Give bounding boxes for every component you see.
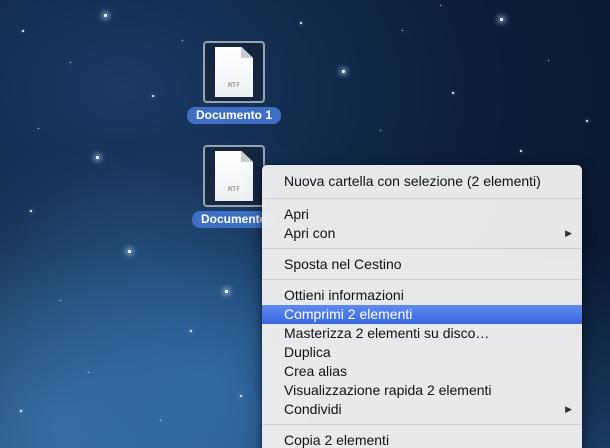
- menu-separator: [262, 248, 582, 249]
- desktop-file-documento-1[interactable]: RTF Documento 1: [179, 41, 289, 124]
- star: [240, 395, 242, 397]
- star: [160, 420, 161, 421]
- file-type-tag: RTF: [227, 81, 241, 89]
- star: [190, 330, 192, 332]
- star: [70, 62, 71, 63]
- star: [104, 14, 107, 17]
- menu-item-share[interactable]: Condividi ▶: [262, 400, 582, 419]
- star: [38, 128, 39, 129]
- star: [380, 130, 381, 131]
- menu-item-open[interactable]: Apri: [262, 205, 582, 224]
- file-type-tag: RTF: [227, 185, 241, 193]
- menu-item-burn-to-disc[interactable]: Masterizza 2 elementi su disco…: [262, 324, 582, 343]
- star: [440, 5, 441, 6]
- star: [402, 30, 403, 31]
- star: [342, 70, 345, 73]
- chevron-right-icon: ▶: [565, 228, 572, 238]
- menu-separator: [262, 424, 582, 425]
- menu-item-make-alias[interactable]: Crea alias: [262, 362, 582, 381]
- menu-separator: [262, 279, 582, 280]
- menu-item-quick-look[interactable]: Visualizzazione rapida 2 elementi: [262, 381, 582, 400]
- star: [225, 290, 228, 293]
- star: [30, 210, 32, 212]
- star: [22, 30, 24, 32]
- page-fold: [241, 47, 253, 58]
- menu-separator: [262, 198, 582, 199]
- menu-item-open-with[interactable]: Apri con ▶: [262, 224, 582, 243]
- star: [88, 372, 89, 373]
- rtf-document-icon: RTF: [215, 151, 253, 201]
- file-icon-selection[interactable]: RTF: [203, 41, 265, 103]
- star: [452, 92, 454, 94]
- menu-item-copy[interactable]: Copia 2 elementi: [262, 431, 582, 448]
- star: [300, 22, 302, 24]
- file-name-label[interactable]: Documento 1: [186, 107, 281, 124]
- context-menu: Nuova cartella con selezione (2 elementi…: [262, 165, 582, 448]
- star: [500, 18, 503, 21]
- rtf-document-icon: RTF: [215, 47, 253, 97]
- star: [520, 150, 522, 152]
- star: [60, 300, 61, 301]
- star: [548, 60, 549, 61]
- file-icon-selection[interactable]: RTF: [203, 145, 265, 207]
- menu-item-duplicate[interactable]: Duplica: [262, 343, 582, 362]
- menu-item-compress[interactable]: Comprimi 2 elementi: [262, 305, 582, 324]
- menu-item-get-info[interactable]: Ottieni informazioni: [262, 286, 582, 305]
- star: [152, 95, 154, 97]
- menu-item-move-to-trash[interactable]: Sposta nel Cestino: [262, 255, 582, 274]
- star: [586, 120, 588, 122]
- menu-item-label: Apri con: [284, 225, 336, 241]
- star: [128, 250, 131, 253]
- star: [96, 156, 99, 159]
- page-fold: [241, 151, 253, 162]
- star: [20, 410, 22, 412]
- menu-item-new-folder-with-selection[interactable]: Nuova cartella con selezione (2 elementi…: [262, 169, 582, 193]
- menu-item-label: Condividi: [284, 401, 342, 417]
- chevron-right-icon: ▶: [565, 404, 572, 414]
